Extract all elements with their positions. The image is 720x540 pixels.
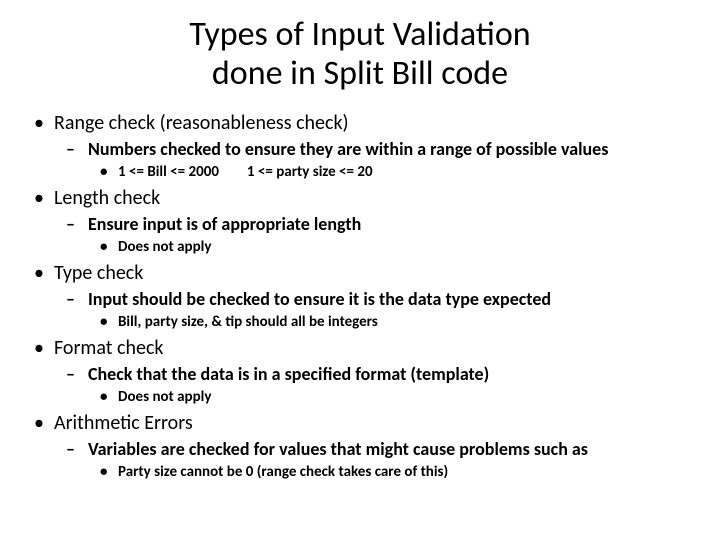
item-format-check: Format check Check that the data is in a…	[54, 336, 690, 407]
detail-text: Party size cannot be 0 (range check take…	[118, 463, 448, 481]
sub-text: Variables are checked for values that mi…	[88, 438, 588, 460]
slide: Types of Input Validation done in Split …	[0, 0, 720, 540]
item-sub: Variables are checked for values that mi…	[88, 438, 690, 482]
sub-text: Numbers checked to ensure they are withi…	[88, 138, 608, 160]
item-type-check: Type check Input should be checked to en…	[54, 261, 690, 332]
slide-title: Types of Input Validation done in Split …	[30, 15, 690, 93]
item-detail: 1 <= Bill <= 2000 1 <= party size <= 20	[118, 163, 690, 183]
item-label: Type check	[54, 261, 143, 285]
item-sub: Numbers checked to ensure they are withi…	[88, 138, 690, 182]
item-label: Length check	[54, 186, 160, 210]
item-label: Range check (reasonableness check)	[54, 111, 349, 135]
title-line-1: Types of Input Validation	[189, 14, 530, 55]
detail-text: Does not apply	[118, 238, 211, 256]
item-detail: Bill, party size, & tip should all be in…	[118, 313, 690, 333]
item-range-check: Range check (reasonableness check) Numbe…	[54, 111, 690, 182]
bullet-list: Range check (reasonableness check) Numbe…	[30, 111, 690, 482]
item-length-check: Length check Ensure input is of appropri…	[54, 186, 690, 257]
title-line-2: done in Split Bill code	[212, 53, 508, 94]
detail-text: Bill, party size, & tip should all be in…	[118, 313, 378, 331]
detail-text: Does not apply	[118, 388, 211, 406]
sub-text: Check that the data is in a specified fo…	[88, 363, 489, 385]
item-label: Arithmetic Errors	[54, 411, 193, 435]
item-sub: Check that the data is in a specified fo…	[88, 363, 690, 407]
item-sub: Input should be checked to ensure it is …	[88, 288, 690, 332]
item-label: Format check	[54, 336, 164, 360]
detail-a: 1 <= Bill <= 2000	[118, 163, 219, 181]
detail-b: 1 <= party size <= 20	[247, 163, 373, 181]
sub-text: Input should be checked to ensure it is …	[88, 288, 551, 310]
sub-text: Ensure input is of appropriate length	[88, 213, 361, 235]
item-sub: Ensure input is of appropriate length Do…	[88, 213, 690, 257]
item-arithmetic-errors: Arithmetic Errors Variables are checked …	[54, 411, 690, 482]
item-detail: Party size cannot be 0 (range check take…	[118, 463, 690, 483]
item-detail: Does not apply	[118, 388, 690, 408]
item-detail: Does not apply	[118, 238, 690, 258]
